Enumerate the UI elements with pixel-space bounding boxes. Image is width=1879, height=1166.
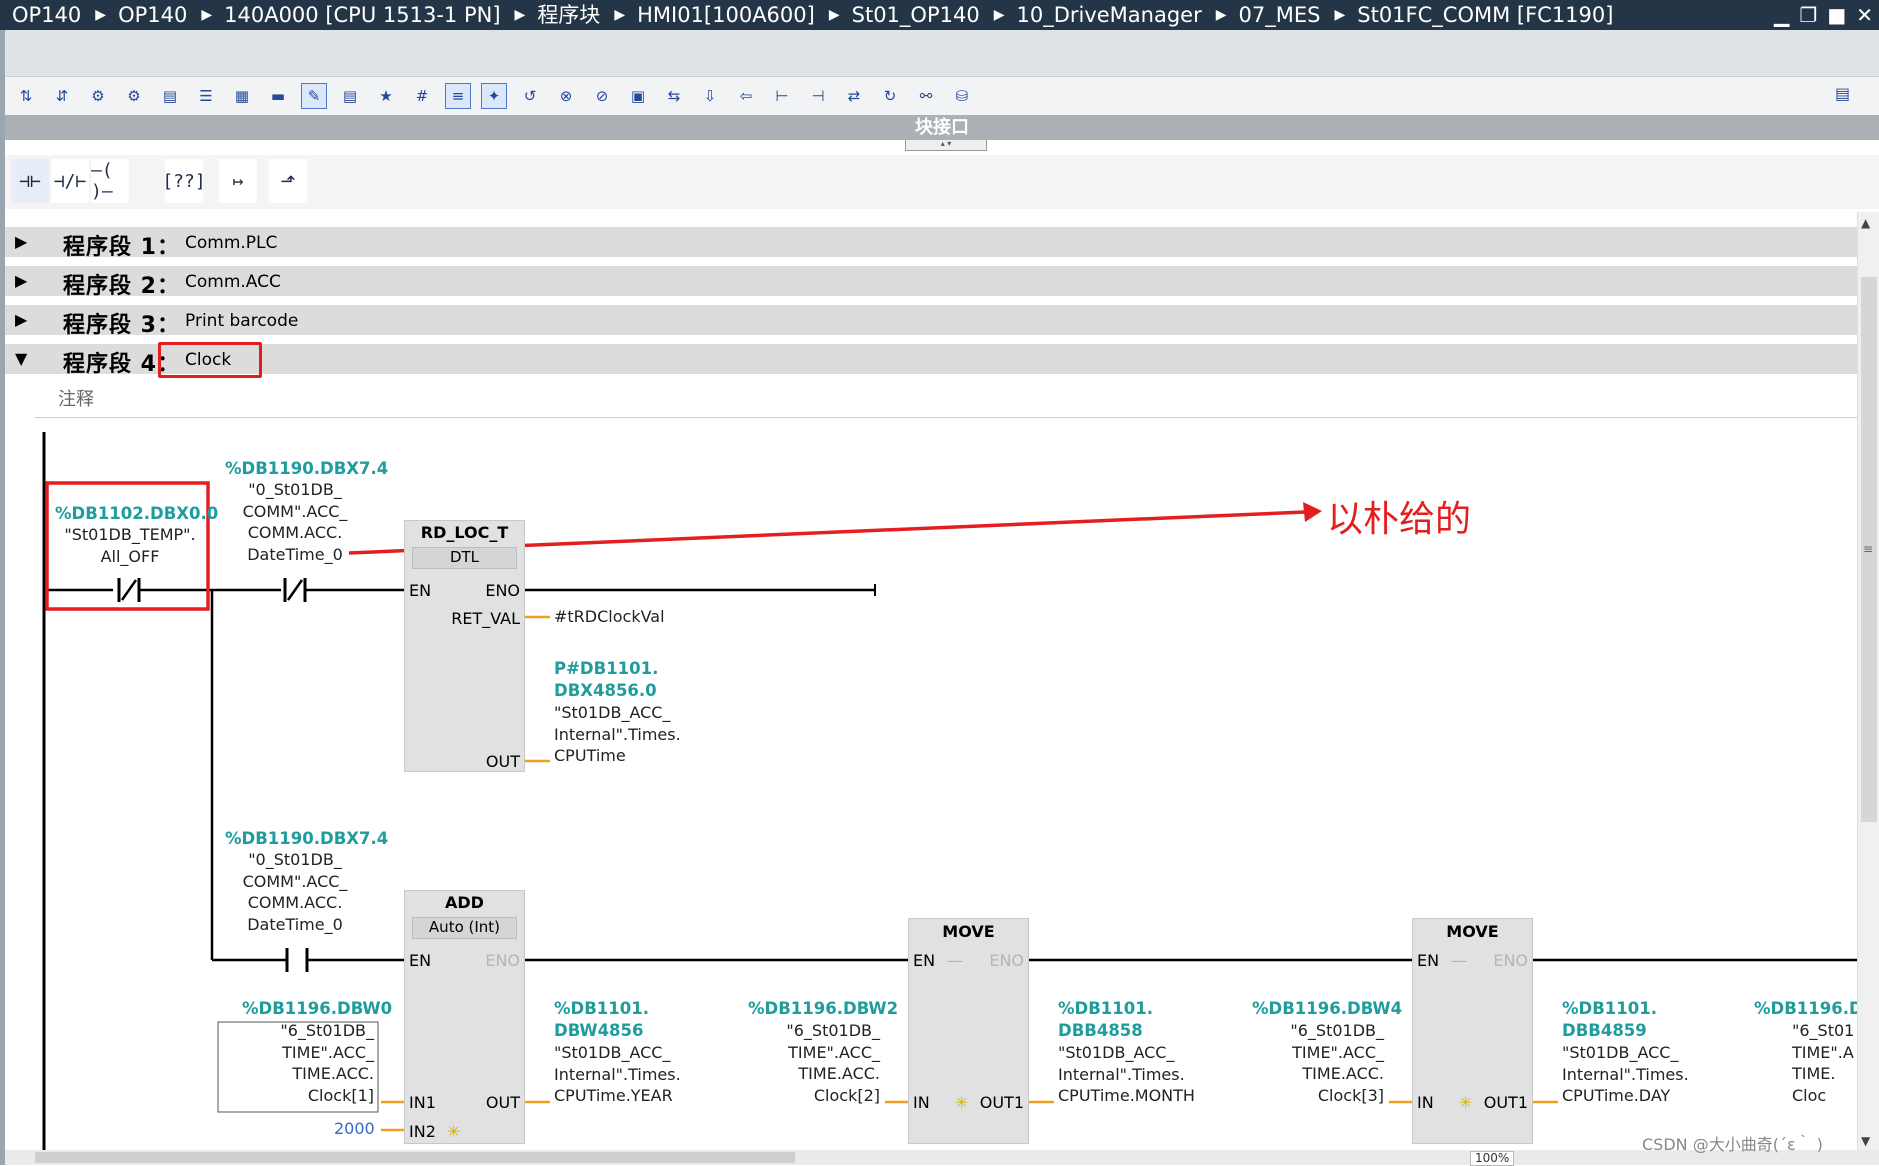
- contact-symbol[interactable]: "0_St01DB_ COMM".ACC_ COMM.ACC. DateTime…: [235, 479, 355, 565]
- in-address[interactable]: %DB1196.DBW4: [1252, 998, 1402, 1020]
- contact-symbol[interactable]: "0_St01DB_ COMM".ACC_ COMM.ACC. DateTime…: [235, 849, 355, 935]
- in-symbol[interactable]: "6_St01DB_ TIME".ACC_ TIME.ACC. Clock[3]: [1232, 1020, 1384, 1106]
- in1-address[interactable]: %DB1196.DBW0: [242, 998, 392, 1020]
- add-output-star-icon[interactable]: ✳: [1459, 1093, 1472, 1112]
- out-address[interactable]: %DB1101. DBB4859: [1562, 998, 1657, 1041]
- block-name: MOVE: [942, 922, 995, 941]
- annotation-arrowhead-icon: [1303, 502, 1322, 522]
- out-symbol[interactable]: "St01DB_ACC_ Internal".Times. CPUTime.YE…: [554, 1042, 681, 1107]
- contact-negation-icon: [286, 579, 304, 601]
- add-input-star-icon[interactable]: ✳: [447, 1122, 460, 1141]
- out-address[interactable]: P#DB1101. DBX4856.0: [554, 658, 658, 701]
- pin-eno: ENO: [485, 581, 520, 600]
- pin-eno: ENO: [1493, 951, 1528, 970]
- in-address[interactable]: %DB1196.DBW2: [748, 998, 898, 1020]
- pin-en: EN: [409, 581, 432, 600]
- en-eno-connector: —: [947, 951, 963, 970]
- out-address[interactable]: %DB1101. DBB4858: [1058, 998, 1153, 1041]
- pin-eno: ENO: [485, 951, 520, 970]
- horizontal-scrollbar[interactable]: [5, 1150, 1879, 1165]
- add-output-star-icon[interactable]: ✳: [955, 1093, 968, 1112]
- out-symbol[interactable]: "St01DB_ACC_ Internal".Times. CPUTime.MO…: [1058, 1042, 1195, 1107]
- annotation-text: 以朴给的: [1327, 499, 1472, 540]
- scroll-thumb[interactable]: [35, 1152, 795, 1163]
- en-eno-connector: —: [1451, 951, 1467, 970]
- in-symbol[interactable]: "6_St01DB_ TIME".ACC_ TIME.ACC. Clock[2]: [728, 1020, 880, 1106]
- zoom-select[interactable]: 100%: [1470, 1151, 1515, 1166]
- move-block[interactable]: MOVE EN — ENO IN ✳ OUT1: [908, 918, 1029, 1144]
- pin-ret-val: RET_VAL: [451, 609, 520, 628]
- block-type[interactable]: Auto (Int): [412, 917, 517, 939]
- ret-val-operand[interactable]: #tRDClockVal: [554, 606, 665, 628]
- scroll-grip-icon: ≡: [1863, 542, 1874, 556]
- pin-out1: OUT1: [979, 1093, 1024, 1112]
- scroll-down-icon[interactable]: ▼: [1861, 1134, 1870, 1148]
- pin-out1: OUT1: [1483, 1093, 1528, 1112]
- cutoff-operand: %DB1196.DE "6_St01 TIME".A TIME. Cloc: [1740, 995, 1857, 1115]
- add-block[interactable]: ADD Auto (Int) EN ENO IN1 OUT IN2 ✳: [404, 890, 525, 1144]
- block-name: ADD: [445, 893, 484, 912]
- out-address[interactable]: %DB1101. DBW4856: [554, 998, 649, 1041]
- contact-address[interactable]: %DB1190.DBX7.4: [225, 458, 388, 480]
- contact-address[interactable]: %DB1190.DBX7.4: [225, 828, 388, 850]
- block-name: MOVE: [1446, 922, 1499, 941]
- scroll-up-icon[interactable]: ▲: [1861, 216, 1870, 230]
- contact-address[interactable]: %DB1102.DBX0.0: [55, 503, 218, 525]
- out-symbol[interactable]: "St01DB_ACC_ Internal".Times. CPUTime.DA…: [1562, 1042, 1689, 1107]
- pin-out: OUT: [485, 1093, 520, 1112]
- watermark: CSDN @大小曲奇(´ε｀ ): [1642, 1135, 1823, 1154]
- contact-negation-icon: [120, 579, 138, 601]
- pin-in: IN: [913, 1093, 930, 1112]
- in-address[interactable]: %DB1196.DE: [1754, 998, 1857, 1020]
- out-symbol[interactable]: "St01DB_ACC_ Internal".Times. CPUTime: [554, 702, 681, 767]
- vertical-scrollbar[interactable]: ▲ ≡ ▼: [1857, 212, 1879, 1150]
- in2-value[interactable]: 2000: [334, 1118, 375, 1140]
- pin-en: EN: [409, 951, 432, 970]
- pin-eno: ENO: [989, 951, 1024, 970]
- pin-in1: IN1: [409, 1093, 436, 1112]
- pin-en: EN: [913, 951, 936, 970]
- move-block[interactable]: MOVE EN — ENO IN ✳ OUT1: [1412, 918, 1533, 1144]
- rd-loc-t-block[interactable]: RD_LOC_T DTL EN ENO RET_VAL OUT: [404, 520, 525, 772]
- contact-symbol[interactable]: "St01DB_TEMP". All_OFF: [60, 524, 200, 567]
- block-name: RD_LOC_T: [420, 523, 509, 542]
- pin-in2: IN2: [409, 1122, 436, 1141]
- pin-in: IN: [1417, 1093, 1434, 1112]
- pin-en: EN: [1417, 951, 1440, 970]
- block-type[interactable]: DTL: [412, 547, 517, 569]
- in-symbol[interactable]: "6_St01 TIME".A TIME. Cloc: [1792, 1020, 1854, 1106]
- pin-out: OUT: [485, 752, 520, 771]
- in1-symbol[interactable]: "6_St01DB_ TIME".ACC_ TIME.ACC. Clock[1]: [222, 1020, 374, 1106]
